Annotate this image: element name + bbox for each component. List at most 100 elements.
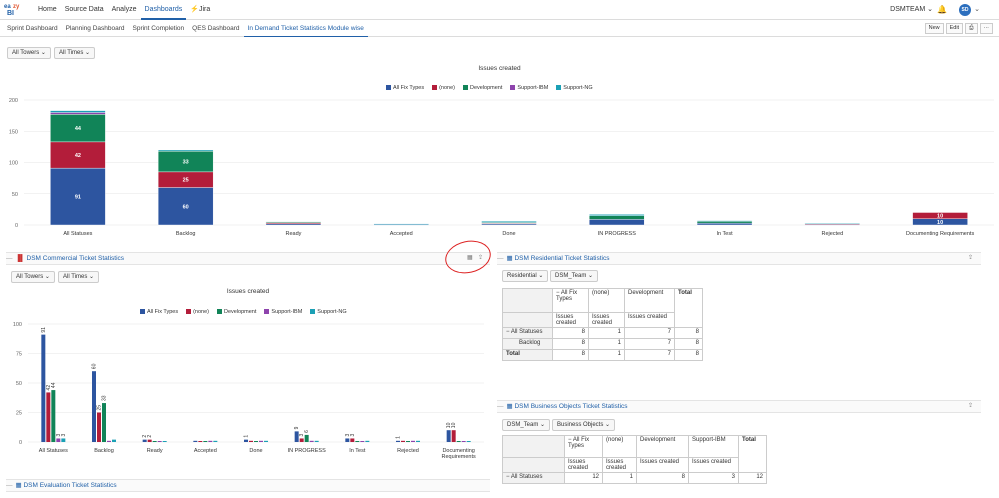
business-objects-panel-title[interactable]: DSM Business Objects Ticket Statistics bbox=[514, 403, 627, 410]
business-objects-filter[interactable]: Business Objects ⌄ bbox=[552, 419, 616, 431]
legend-item[interactable]: Support-NG bbox=[556, 85, 593, 91]
print-button[interactable]: ⎙ bbox=[965, 23, 978, 34]
nav-dashboards[interactable]: Dashboards bbox=[140, 0, 187, 20]
bar bbox=[264, 440, 268, 442]
legend-item[interactable]: (none) bbox=[432, 85, 455, 91]
times-filter[interactable]: All Times ⌄ bbox=[54, 47, 96, 59]
legend-item[interactable]: All Fix Types bbox=[140, 309, 178, 315]
bar bbox=[396, 440, 400, 442]
measure-header: Issues created bbox=[588, 312, 625, 328]
x-tick-label: All Statuses bbox=[63, 231, 92, 237]
nav-source-data[interactable]: Source Data bbox=[61, 0, 108, 20]
towers-filter[interactable]: All Towers ⌄ bbox=[7, 47, 51, 59]
column-header[interactable]: − All Fix Types bbox=[552, 288, 589, 313]
data-label: 33 bbox=[183, 160, 189, 166]
bar bbox=[304, 434, 309, 442]
nav-home[interactable]: Home bbox=[34, 0, 61, 20]
nav-analyze[interactable]: Analyze bbox=[108, 0, 141, 20]
column-header[interactable]: (none) bbox=[588, 288, 625, 313]
commercial-panel-title[interactable]: DSM Commercial Ticket Statistics bbox=[27, 255, 125, 262]
table-icon: ▦ bbox=[506, 403, 513, 410]
avatar[interactable]: SD bbox=[959, 4, 971, 16]
team-filter[interactable]: DSM_Team ⌄ bbox=[550, 270, 599, 282]
commercial-towers-filter[interactable]: All Towers ⌄ bbox=[11, 271, 55, 283]
row-header[interactable]: Backlog bbox=[502, 338, 553, 350]
bar bbox=[208, 440, 213, 442]
column-header[interactable]: Total bbox=[738, 435, 767, 473]
data-label: 2 bbox=[147, 435, 153, 438]
column-header[interactable]: Development bbox=[636, 435, 689, 458]
x-tick-label: In Test bbox=[717, 231, 734, 237]
main-stacked-bar-chart: 0 50 100 150 200 91 42 44 All Statuses 60 25 33 Back… bbox=[9, 98, 994, 237]
table-row: − All Statuses 8 1 7 8 bbox=[502, 327, 703, 339]
row-header[interactable]: − All Statuses bbox=[502, 472, 565, 484]
bar bbox=[142, 439, 147, 442]
pin-icon[interactable]: ⇪ bbox=[968, 402, 973, 409]
pin-icon[interactable]: ⇪ bbox=[968, 254, 973, 261]
eazybi-logo[interactable]: ea zy BI bbox=[4, 2, 28, 17]
bar-segment bbox=[589, 215, 645, 220]
column-header[interactable]: Support-IBM bbox=[688, 435, 739, 458]
bar bbox=[157, 441, 162, 442]
bar bbox=[112, 439, 116, 442]
column-header[interactable]: Total bbox=[674, 288, 703, 328]
team-selector[interactable]: DSMTEAM ⌄ bbox=[890, 0, 933, 20]
data-label: 60 bbox=[92, 363, 98, 369]
legend-item[interactable]: (none) bbox=[186, 309, 209, 315]
more-button[interactable]: ··· bbox=[979, 23, 993, 34]
dashboard-tabs-row: Sprint Dashboard Planning Dashboard Spri… bbox=[0, 20, 999, 37]
legend-item[interactable]: Support-NG bbox=[310, 309, 347, 315]
tab-qes-dashboard[interactable]: QES Dashboard bbox=[188, 20, 243, 37]
commercial-grouped-bar-chart: 02550751009142 443 3All Statuses602533Back… bbox=[13, 322, 484, 460]
edit-button[interactable]: Edit bbox=[945, 23, 964, 34]
chevron-down-icon: ⌄ bbox=[927, 6, 933, 13]
bar bbox=[162, 441, 167, 442]
bar bbox=[56, 438, 61, 442]
x-tick-label: Rejected bbox=[397, 448, 419, 454]
column-header[interactable]: (none) bbox=[602, 435, 637, 458]
legend-item[interactable]: All Fix Types bbox=[386, 85, 424, 91]
residential-filter[interactable]: Residential ⌄ bbox=[502, 270, 549, 282]
commercial-chart-title: Issues created bbox=[226, 288, 270, 295]
table-row: Backlog 8 1 7 8 bbox=[502, 338, 703, 350]
x-tick-label: Backlog bbox=[94, 448, 114, 454]
bar-segment bbox=[589, 219, 645, 226]
column-header[interactable]: − All Fix Types bbox=[564, 435, 603, 458]
tab-sprint-dashboard[interactable]: Sprint Dashboard bbox=[3, 20, 62, 37]
residential-panel-title[interactable]: DSM Residential Ticket Statistics bbox=[514, 255, 609, 262]
bell-icon[interactable]: 🔔 bbox=[937, 5, 947, 14]
bar bbox=[461, 441, 466, 442]
data-label: 1 bbox=[396, 436, 402, 439]
commercial-times-filter[interactable]: All Times ⌄ bbox=[58, 271, 100, 283]
nav-jira[interactable]: ⚡Jira bbox=[186, 0, 214, 20]
bar-segment bbox=[696, 220, 753, 222]
evaluation-panel-title[interactable]: DSM Evaluation Ticket Statistics bbox=[23, 482, 116, 489]
residential-pivot-table: − All Fix Types (none) Development Total… bbox=[502, 288, 703, 361]
business-team-filter[interactable]: DSM_Team ⌄ bbox=[502, 419, 551, 431]
bar bbox=[360, 441, 365, 442]
tab-planning-dashboard[interactable]: Planning Dashboard bbox=[62, 20, 129, 37]
legend-item[interactable]: Development bbox=[216, 309, 256, 315]
residential-panel-header: — ▦ DSM Residential Ticket Statistics bbox=[497, 252, 981, 265]
table-row: − All Statuses 12 1 8 3 12 bbox=[502, 472, 767, 484]
legend-item[interactable]: Development bbox=[462, 85, 502, 91]
tab-sprint-completion[interactable]: Sprint Completion bbox=[129, 20, 189, 37]
data-label: 10 bbox=[937, 214, 943, 220]
bar bbox=[299, 438, 304, 442]
table-row: Total 8 1 7 8 bbox=[502, 349, 703, 361]
bar bbox=[51, 390, 56, 442]
data-label: 60 bbox=[183, 204, 189, 210]
chevron-down-icon[interactable]: ⌄ bbox=[974, 5, 980, 13]
x-tick-label: Done bbox=[502, 231, 515, 237]
tab-in-demand-ticket-statistics[interactable]: In Demand Ticket Statistics Module wise bbox=[243, 20, 368, 37]
bar bbox=[259, 440, 263, 442]
bar bbox=[309, 440, 314, 442]
new-button[interactable]: New bbox=[924, 23, 944, 34]
svg-text:zy: zy bbox=[13, 4, 20, 10]
legend-item[interactable]: Support-IBM bbox=[264, 309, 302, 315]
y-tick-label: 75 bbox=[16, 352, 22, 358]
row-header[interactable]: − All Statuses bbox=[502, 327, 553, 339]
legend-item[interactable]: Support-IBM bbox=[510, 85, 548, 91]
column-header[interactable]: Development bbox=[624, 288, 675, 313]
bar bbox=[193, 440, 198, 442]
